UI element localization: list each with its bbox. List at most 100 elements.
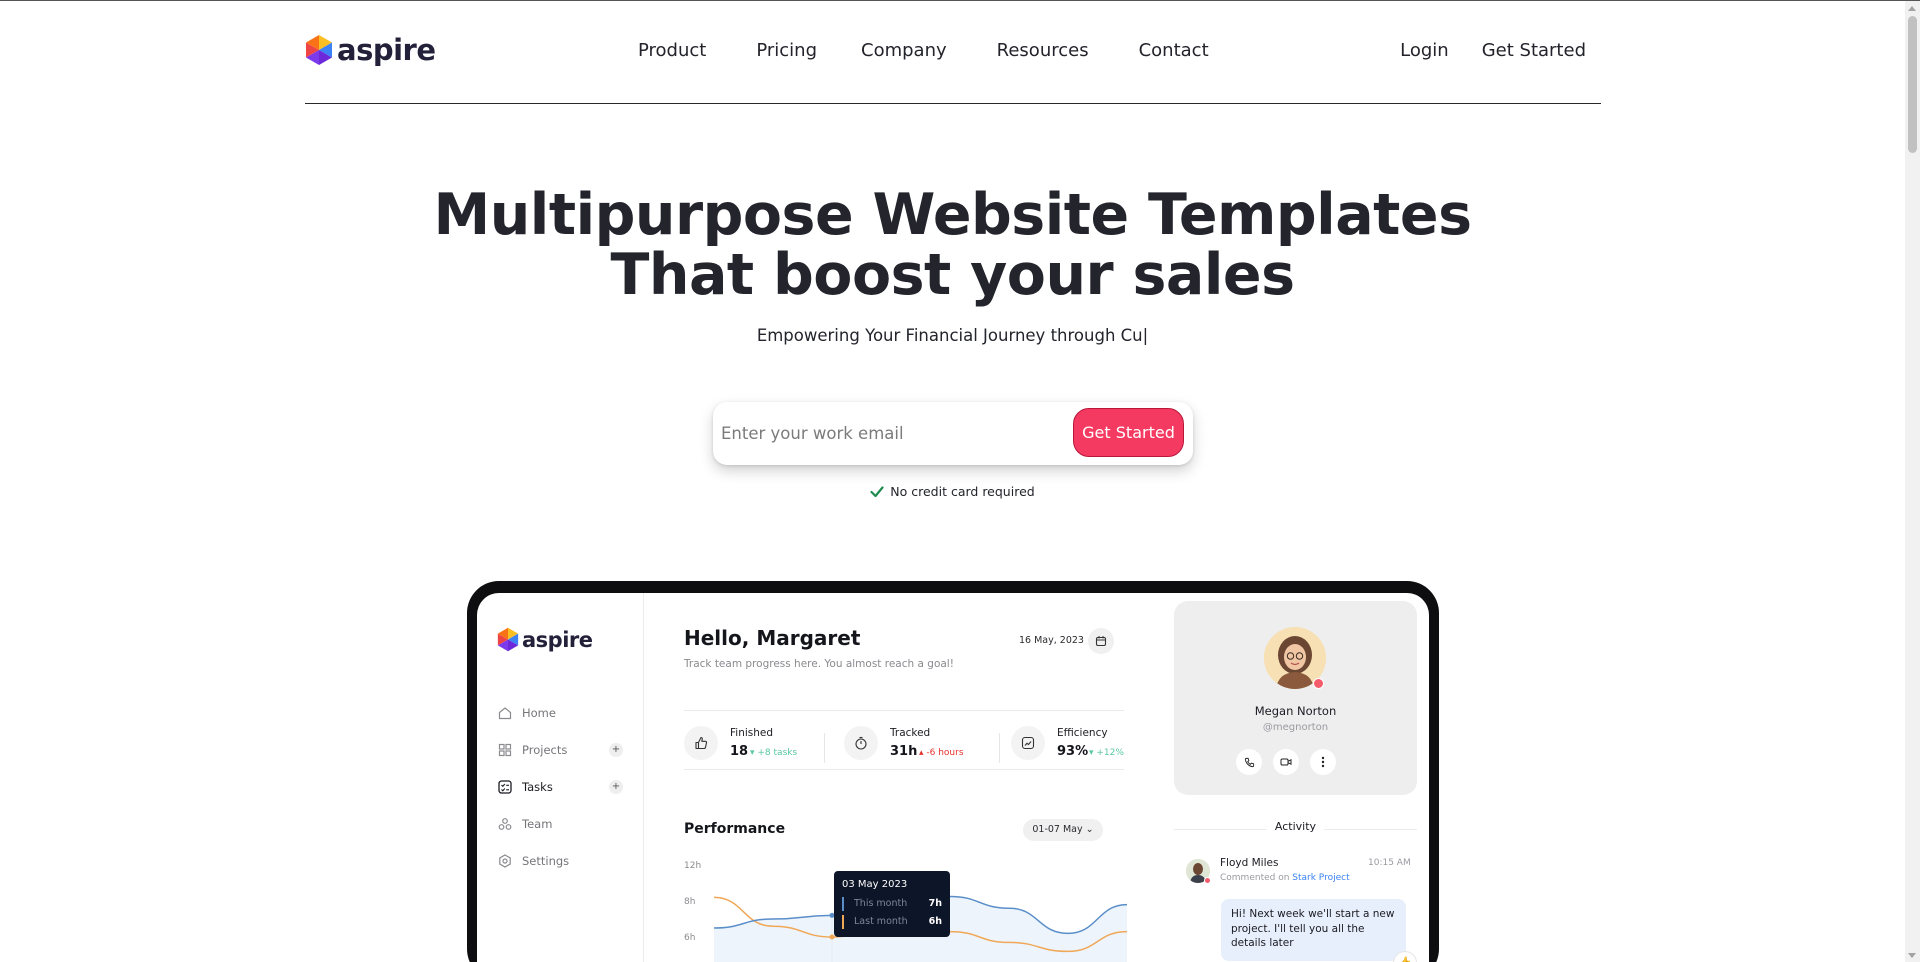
stats-row: Finished 18 ▾ +8 tasks Tracked 31h ▴ -6 … xyxy=(684,710,1124,770)
stat-delta-text: +12% xyxy=(1096,748,1124,758)
nav-get-started-link[interactable]: Get Started xyxy=(1482,39,1586,63)
add-project-button[interactable]: + xyxy=(609,743,623,757)
y-tick-label: 8h xyxy=(684,897,695,907)
video-call-button[interactable] xyxy=(1273,749,1299,775)
date-range-label: 01-07 May xyxy=(1032,824,1083,835)
video-icon xyxy=(1280,758,1292,766)
nav-link-company[interactable]: Company xyxy=(861,39,947,63)
sidebar-item-label: Team xyxy=(522,817,553,831)
hero-title-line-2: That boost your sales xyxy=(610,242,1295,308)
thumbs-up-icon xyxy=(695,736,708,750)
more-options-button[interactable] xyxy=(1310,749,1336,775)
sidebar-item-label: Tasks xyxy=(522,780,553,794)
profile-card: Megan Norton @megnorton xyxy=(1174,601,1417,795)
settings-icon xyxy=(499,854,511,868)
stat-label: Tracked xyxy=(890,727,931,739)
chevron-down-icon: ⌄ xyxy=(1085,824,1094,835)
nav-link-pricing[interactable]: Pricing xyxy=(756,39,817,63)
stat-icon-wrapper xyxy=(1011,726,1045,760)
stat-efficiency: Efficiency 93% ▾ +12% xyxy=(1011,726,1131,762)
sidebar-item-projects[interactable]: Projects + xyxy=(498,740,623,760)
aspire-logo-icon xyxy=(497,627,519,652)
stat-icon-wrapper xyxy=(684,726,718,760)
login-link[interactable]: Login xyxy=(1400,39,1449,63)
stat-value: 18 xyxy=(730,744,749,759)
dashboard-brand-name: aspire xyxy=(522,627,593,652)
tooltip-label: Last month xyxy=(854,916,908,927)
get-started-button[interactable]: Get Started xyxy=(1073,408,1184,457)
current-date: 16 May, 2023 xyxy=(1019,635,1084,646)
profile-panel: Megan Norton @megnorton Activity Floyd M… xyxy=(1174,593,1429,962)
stat-divider xyxy=(999,733,1000,763)
sidebar-item-team[interactable]: Team xyxy=(498,814,623,834)
sidebar-item-tasks[interactable]: Tasks + xyxy=(498,777,623,797)
tasks-icon xyxy=(498,780,512,794)
stat-icon-wrapper xyxy=(844,726,878,760)
calendar-button[interactable] xyxy=(1088,628,1114,654)
phone-icon xyxy=(1244,757,1254,767)
stat-delta: ▾ +12% xyxy=(1089,748,1124,758)
legend-swatch xyxy=(842,915,844,929)
nav-link-contact[interactable]: Contact xyxy=(1139,39,1209,63)
top-navigation: aspire Product Pricing Company Resources… xyxy=(305,1,1601,104)
nav-link-resources[interactable]: Resources xyxy=(997,39,1089,63)
stat-delta-text: +8 tasks xyxy=(757,748,798,758)
activity-title-text: Activity xyxy=(1266,820,1325,833)
profile-handle: @megnorton xyxy=(1262,722,1329,733)
activity-description: Commented on Stark Project xyxy=(1220,873,1350,883)
brand-name: aspire xyxy=(337,33,436,67)
more-vertical-icon xyxy=(1321,756,1325,768)
sidebar-item-settings[interactable]: Settings xyxy=(498,851,623,871)
profile-actions xyxy=(1236,749,1336,775)
sidebar-item-home[interactable]: Home xyxy=(498,703,623,723)
dashboard-device-mockup: aspire Home Projects + Tasks + Team Sett… xyxy=(467,581,1439,962)
dashboard-main: Hello, Margaret Track team progress here… xyxy=(644,593,1164,962)
call-button[interactable] xyxy=(1236,749,1262,775)
sidebar-item-label: Home xyxy=(522,706,556,720)
team-icon xyxy=(498,818,512,830)
stat-value: 93% xyxy=(1057,744,1089,759)
stat-divider xyxy=(824,733,825,763)
scrollbar-thumb[interactable] xyxy=(1908,16,1917,153)
nav-actions: Login Get Started xyxy=(1400,39,1586,63)
stat-label: Finished xyxy=(730,727,774,739)
nav-link-product[interactable]: Product xyxy=(638,39,706,63)
dashboard-logo: aspire xyxy=(497,627,593,652)
chart-tooltip: 03 May 2023 This month 7h Last month 6h xyxy=(834,871,950,937)
nav-links: Product Pricing Company Resources Contac… xyxy=(638,39,1209,63)
scroll-up-arrow-icon[interactable] xyxy=(1908,6,1916,11)
brand-logo[interactable]: aspire xyxy=(305,34,436,66)
performance-title: Performance xyxy=(684,821,786,837)
email-signup-form: Get Started xyxy=(713,402,1193,465)
timer-icon xyxy=(855,736,867,750)
no-credit-card-text: No credit card required xyxy=(890,484,1035,499)
status-indicator xyxy=(1313,678,1324,689)
add-task-button[interactable]: + xyxy=(609,780,623,794)
stat-finished: Finished 18 ▾ +8 tasks xyxy=(684,726,824,762)
activity-project-link[interactable]: Stark Project xyxy=(1292,873,1349,883)
date-range-dropdown[interactable]: 01-07 May ⌄ xyxy=(1023,819,1103,841)
dashboard-sidebar: aspire Home Projects + Tasks + Team Sett… xyxy=(477,593,644,962)
tooltip-label: This month xyxy=(854,898,908,909)
tooltip-row-this-month: This month 7h xyxy=(842,897,942,911)
activity-title: Activity xyxy=(1174,820,1417,833)
status-indicator xyxy=(1204,877,1211,884)
scroll-down-arrow-icon[interactable] xyxy=(1908,953,1916,958)
greeting-subtitle: Track team progress here. You almost rea… xyxy=(684,658,954,670)
greeting-heading: Hello, Margaret xyxy=(684,626,861,650)
page-scrollbar[interactable] xyxy=(1905,1,1920,962)
stat-delta: ▴ -6 hours xyxy=(919,748,964,758)
tooltip-value: 6h xyxy=(928,916,942,927)
sidebar-item-label: Settings xyxy=(522,854,570,868)
no-credit-card-note: No credit card required xyxy=(0,484,1905,499)
profile-name: Megan Norton xyxy=(1254,704,1337,718)
legend-swatch xyxy=(842,897,844,911)
y-tick-label: 12h xyxy=(684,861,701,871)
work-email-input[interactable] xyxy=(721,414,1051,452)
y-tick-label: 6h xyxy=(684,933,695,943)
grid-icon xyxy=(498,743,512,757)
reaction-emoji-icon[interactable]: 👍 xyxy=(1393,951,1417,962)
hero-title-line-1: Multipurpose Website Templates xyxy=(433,182,1472,248)
stat-tracked: Tracked 31h ▴ -6 hours xyxy=(844,726,984,762)
activity-time: 10:15 AM xyxy=(1368,858,1411,868)
